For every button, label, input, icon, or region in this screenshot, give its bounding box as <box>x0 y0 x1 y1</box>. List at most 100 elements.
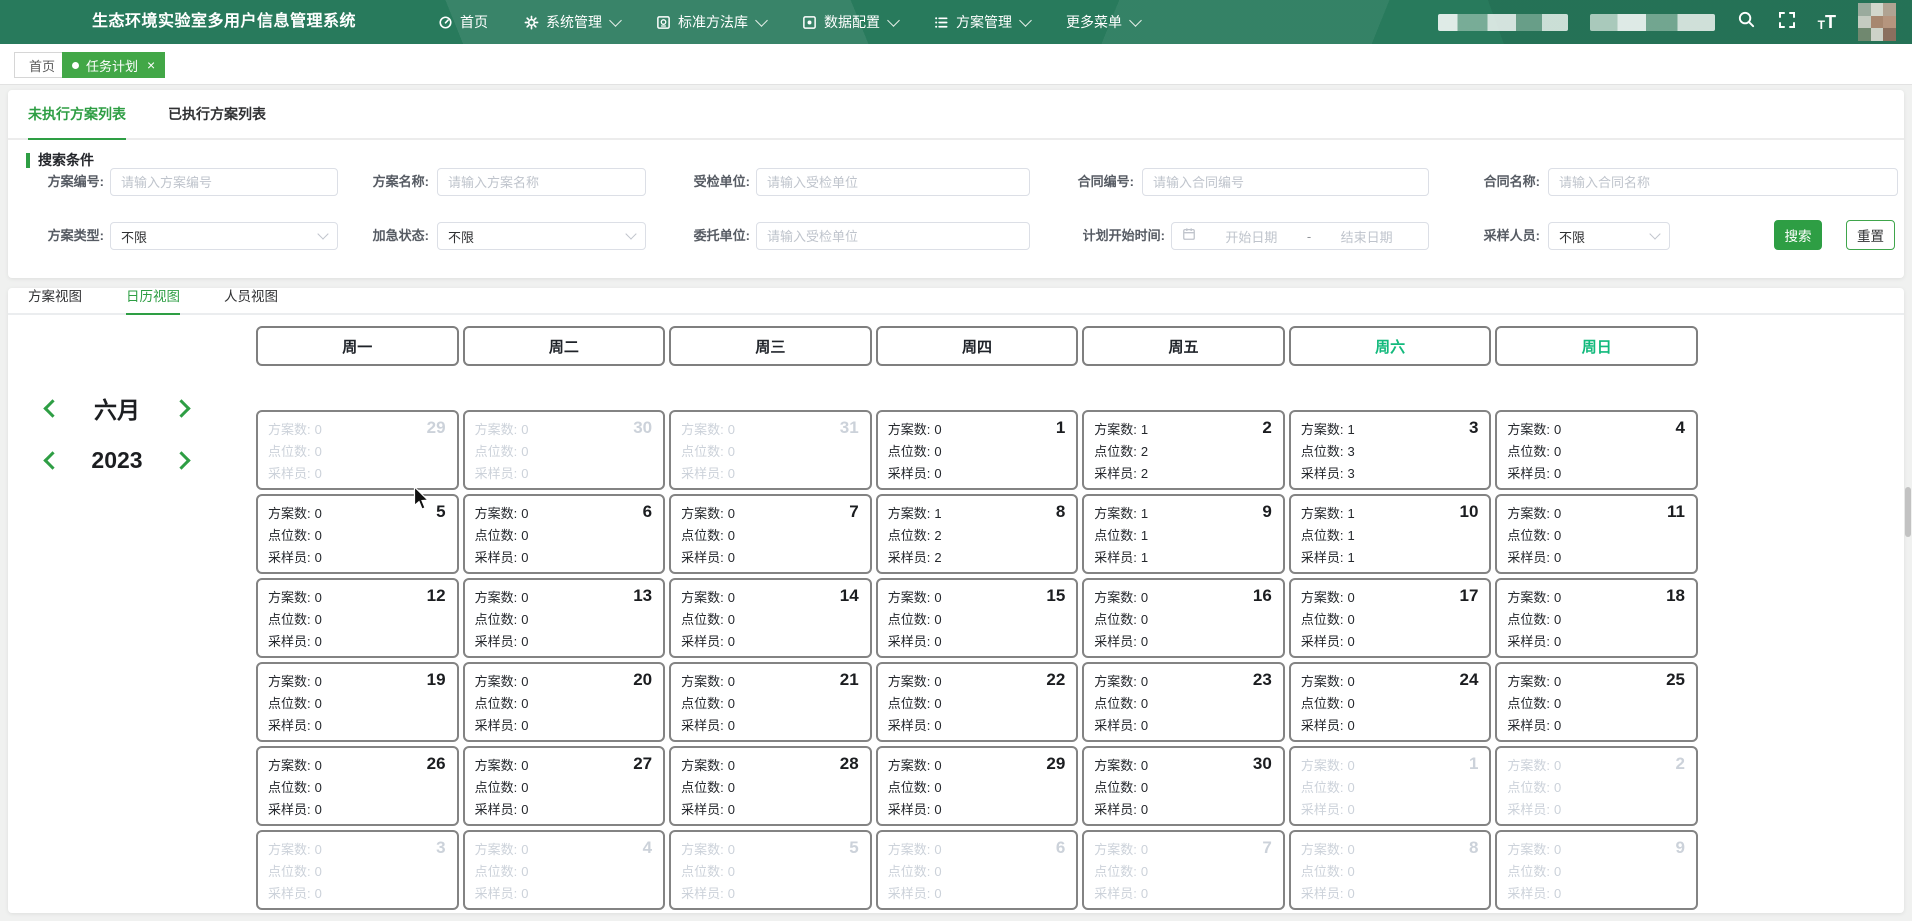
day-number: 1 <box>1469 754 1478 774</box>
plans-count-line: 方案数:0 <box>681 587 860 609</box>
calendar-day-cell[interactable]: 23 方案数:0 点位数:0 采样员:0 <box>1082 662 1285 742</box>
search-button[interactable]: 搜索 <box>1774 220 1822 250</box>
calendar-day-cell[interactable]: 14 方案数:0 点位数:0 采样员:0 <box>669 578 872 658</box>
day-number: 29 <box>1046 754 1065 774</box>
calendar-day-cell[interactable]: 25 方案数:0 点位数:0 采样员:0 <box>1495 662 1698 742</box>
plans-count-line: 方案数:0 <box>1094 839 1273 861</box>
weekday-header: 周四 <box>876 326 1079 366</box>
plan-type-select[interactable]: 不限 <box>110 222 338 250</box>
calendar-day-cell[interactable]: 3 方案数:1 点位数:3 采样员:3 <box>1289 410 1492 490</box>
calendar-day-cell[interactable]: 17 方案数:0 点位数:0 采样员:0 <box>1289 578 1492 658</box>
tab-plan-view[interactable]: 方案视图 <box>28 285 82 315</box>
start-date-placeholder[interactable]: 开始日期 <box>1200 227 1303 246</box>
calendar-day-cell[interactable]: 6 方案数:0 点位数:0 采样员:0 <box>876 830 1079 910</box>
day-number: 16 <box>1253 586 1272 606</box>
calendar-day-cell[interactable]: 12 方案数:0 点位数:0 采样员:0 <box>256 578 459 658</box>
calendar-day-cell[interactable]: 5 方案数:0 点位数:0 采样员:0 <box>256 494 459 574</box>
calendar-day-cell[interactable]: 27 方案数:0 点位数:0 采样员:0 <box>463 746 666 826</box>
calendar-day-cell[interactable]: 30 方案数:0 点位数:0 采样员:0 <box>1082 746 1285 826</box>
calendar-day-cell[interactable]: 22 方案数:0 点位数:0 采样员:0 <box>876 662 1079 742</box>
calendar-day-cell[interactable]: 9 方案数:1 点位数:1 采样员:1 <box>1082 494 1285 574</box>
inspected-unit-input[interactable] <box>756 168 1030 196</box>
plan-name-input[interactable] <box>437 168 646 196</box>
fullscreen-icon[interactable] <box>1778 11 1796 34</box>
tab-personnel-view[interactable]: 人员视图 <box>224 285 278 315</box>
calendar-day-cell[interactable]: 8 方案数:1 点位数:2 采样员:2 <box>876 494 1079 574</box>
calendar-day-cell[interactable]: 7 方案数:0 点位数:0 采样员:0 <box>1082 830 1285 910</box>
menu-item-system[interactable]: 系统管理 <box>524 12 620 32</box>
plans-count-line: 方案数:0 <box>681 755 860 777</box>
samplers-count-line: 采样员:0 <box>1301 631 1480 653</box>
calendar-day-cell[interactable]: 31 方案数:0 点位数:0 采样员:0 <box>669 410 872 490</box>
calendar-day-cell[interactable]: 1 方案数:0 点位数:0 采样员:0 <box>876 410 1079 490</box>
calendar-day-cell[interactable]: 18 方案数:0 点位数:0 采样员:0 <box>1495 578 1698 658</box>
calendar-day-cell[interactable]: 4 方案数:0 点位数:0 采样员:0 <box>463 830 666 910</box>
day-number: 4 <box>643 838 652 858</box>
reset-button[interactable]: 重置 <box>1846 220 1895 250</box>
calendar-day-cell[interactable]: 29 方案数:0 点位数:0 采样员:0 <box>256 410 459 490</box>
calendar-day-cell[interactable]: 13 方案数:0 点位数:0 采样员:0 <box>463 578 666 658</box>
calendar-day-cell[interactable]: 30 方案数:0 点位数:0 采样员:0 <box>463 410 666 490</box>
avatar[interactable] <box>1858 3 1896 41</box>
prev-month-icon[interactable] <box>43 399 61 417</box>
calendar-day-cell[interactable]: 3 方案数:0 点位数:0 采样员:0 <box>256 830 459 910</box>
tab-pending-plans[interactable]: 未执行方案列表 <box>28 104 126 140</box>
sampler-select[interactable]: 不限 <box>1548 222 1670 250</box>
font-size-icon[interactable]: TT <box>1818 13 1836 31</box>
day-number: 4 <box>1676 418 1685 438</box>
samplers-count-line: 采样员:0 <box>681 547 860 569</box>
tab-executed-plans[interactable]: 已执行方案列表 <box>168 104 266 140</box>
points-count-line: 点位数:3 <box>1301 441 1480 463</box>
menu-item-method-library[interactable]: 标准方法库 <box>656 12 766 32</box>
calendar-day-cell[interactable]: 10 方案数:1 点位数:1 采样员:1 <box>1289 494 1492 574</box>
calendar-day-cell[interactable]: 8 方案数:0 点位数:0 采样员:0 <box>1289 830 1492 910</box>
tag-task-plan[interactable]: 任务计划 × <box>62 52 165 78</box>
calendar-day-cell[interactable]: 28 方案数:0 点位数:0 采样员:0 <box>669 746 872 826</box>
calendar-day-cell[interactable]: 24 方案数:0 点位数:0 采样员:0 <box>1289 662 1492 742</box>
client-unit-input[interactable] <box>756 222 1030 250</box>
day-number: 17 <box>1460 586 1479 606</box>
calendar-day-cell[interactable]: 2 方案数:0 点位数:0 采样员:0 <box>1495 746 1698 826</box>
samplers-count-line: 采样员:0 <box>1301 799 1480 821</box>
samplers-count-line: 采样员:0 <box>1094 883 1273 905</box>
calendar-day-cell[interactable]: 19 方案数:0 点位数:0 采样员:0 <box>256 662 459 742</box>
calendar-day-cell[interactable]: 21 方案数:0 点位数:0 采样员:0 <box>669 662 872 742</box>
calendar-day-cell[interactable]: 2 方案数:1 点位数:2 采样员:2 <box>1082 410 1285 490</box>
contract-name-input[interactable] <box>1548 168 1898 196</box>
calendar-day-cell[interactable]: 6 方案数:0 点位数:0 采样员:0 <box>463 494 666 574</box>
day-number: 9 <box>1262 502 1271 522</box>
next-year-icon[interactable] <box>172 451 190 469</box>
menu-item-data-config[interactable]: 数据配置 <box>802 12 898 32</box>
calendar-day-cell[interactable]: 29 方案数:0 点位数:0 采样员:0 <box>876 746 1079 826</box>
day-number: 15 <box>1046 586 1065 606</box>
day-number: 2 <box>1676 754 1685 774</box>
calendar-day-cell[interactable]: 15 方案数:0 点位数:0 采样员:0 <box>876 578 1079 658</box>
menu-item-more[interactable]: 更多菜单 <box>1066 12 1140 32</box>
contract-code-input[interactable] <box>1142 168 1429 196</box>
close-icon[interactable]: × <box>147 58 155 72</box>
weekday-header: 周日 <box>1495 326 1698 366</box>
end-date-placeholder[interactable]: 结束日期 <box>1315 227 1418 246</box>
search-icon[interactable] <box>1737 10 1756 34</box>
calendar-grid: 周一周二周三周四周五周六周日 29 方案数:0 点位数:0 采样员:0 30 方… <box>256 326 1698 910</box>
plan-code-input[interactable] <box>110 168 338 196</box>
prev-year-icon[interactable] <box>43 451 61 469</box>
plans-count-line: 方案数:0 <box>681 671 860 693</box>
calendar-day-cell[interactable]: 26 方案数:0 点位数:0 采样员:0 <box>256 746 459 826</box>
urgent-status-select[interactable]: 不限 <box>437 222 646 250</box>
date-range-picker[interactable]: 开始日期 - 结束日期 <box>1171 222 1429 250</box>
calendar-day-cell[interactable]: 9 方案数:0 点位数:0 采样员:0 <box>1495 830 1698 910</box>
tab-calendar-view[interactable]: 日历视图 <box>126 285 180 315</box>
menu-item-home[interactable]: 首页 <box>438 12 488 32</box>
current-month: 六月 <box>94 391 140 425</box>
menu-item-plan-management[interactable]: 方案管理 <box>934 12 1030 32</box>
calendar-day-cell[interactable]: 11 方案数:0 点位数:0 采样员:0 <box>1495 494 1698 574</box>
calendar-day-cell[interactable]: 16 方案数:0 点位数:0 采样员:0 <box>1082 578 1285 658</box>
calendar-day-cell[interactable]: 5 方案数:0 点位数:0 采样员:0 <box>669 830 872 910</box>
next-month-icon[interactable] <box>172 399 190 417</box>
calendar-day-cell[interactable]: 4 方案数:0 点位数:0 采样员:0 <box>1495 410 1698 490</box>
calendar-day-cell[interactable]: 7 方案数:0 点位数:0 采样员:0 <box>669 494 872 574</box>
scrollbar-thumb[interactable] <box>1905 487 1911 537</box>
calendar-day-cell[interactable]: 20 方案数:0 点位数:0 采样员:0 <box>463 662 666 742</box>
calendar-day-cell[interactable]: 1 方案数:0 点位数:0 采样员:0 <box>1289 746 1492 826</box>
